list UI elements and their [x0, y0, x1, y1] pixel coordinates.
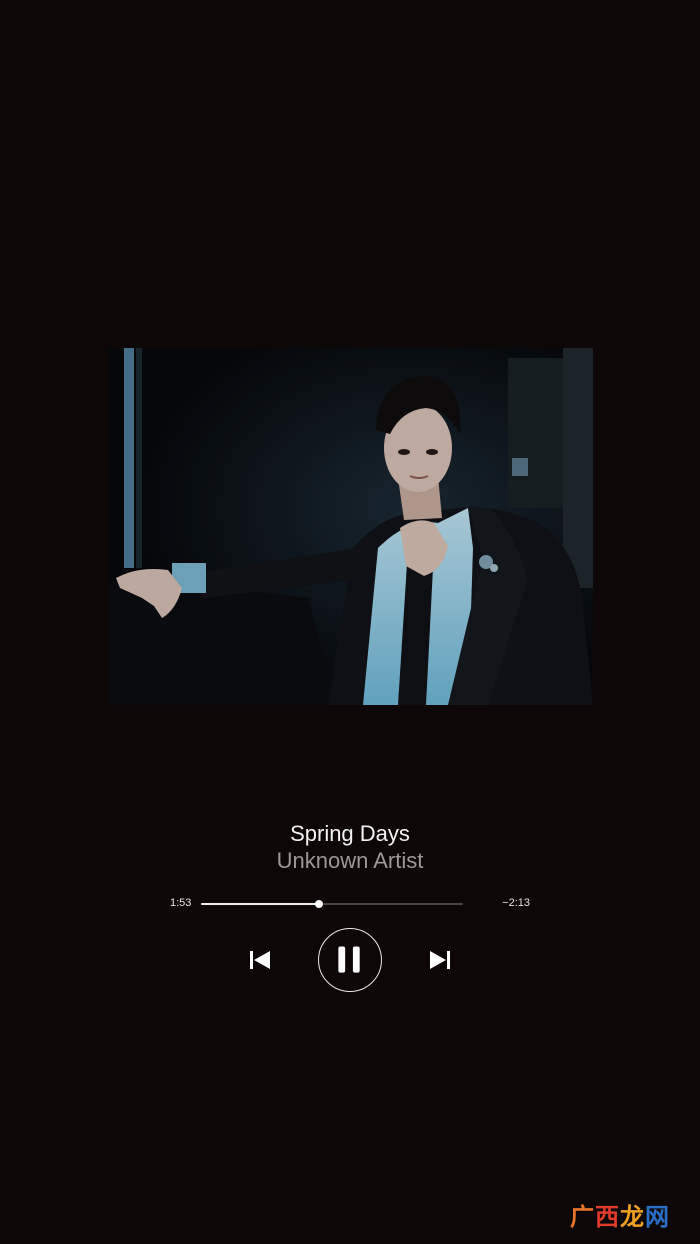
watermark-char: 龙: [620, 1203, 645, 1231]
song-title: Spring Days: [290, 821, 410, 846]
watermark-char: 西: [595, 1203, 620, 1231]
skip-previous-icon: [250, 951, 270, 969]
artist-name[interactable]: Unknown Artist: [0, 848, 700, 874]
remaining-time: −2:13: [502, 897, 530, 909]
progress-slider[interactable]: [201, 900, 463, 908]
watermark-char: 网: [645, 1203, 670, 1231]
previous-track-button[interactable]: [247, 948, 273, 972]
site-watermark-logo: 广西龙网: [570, 1197, 670, 1232]
progress-knob[interactable]: [314, 900, 323, 908]
progress-fill: [201, 903, 319, 905]
elapsed-time: 1:53: [170, 897, 192, 909]
album-artwork: [108, 348, 593, 705]
pause-icon: [338, 946, 360, 973]
skip-next-icon: [430, 951, 450, 969]
track-info: Spring Days Unknown Artist: [0, 820, 700, 874]
album-art-image: [108, 348, 593, 705]
pause-button[interactable]: [318, 928, 382, 992]
next-track-button[interactable]: [427, 948, 453, 972]
playback-controls: [0, 928, 700, 992]
now-playing-screen: Spring Days Unknown Artist 1:53 −2:13 广西…: [0, 0, 700, 1244]
watermark-char: 广: [570, 1203, 595, 1231]
playback-progress: 1:53 −2:13: [168, 893, 532, 915]
